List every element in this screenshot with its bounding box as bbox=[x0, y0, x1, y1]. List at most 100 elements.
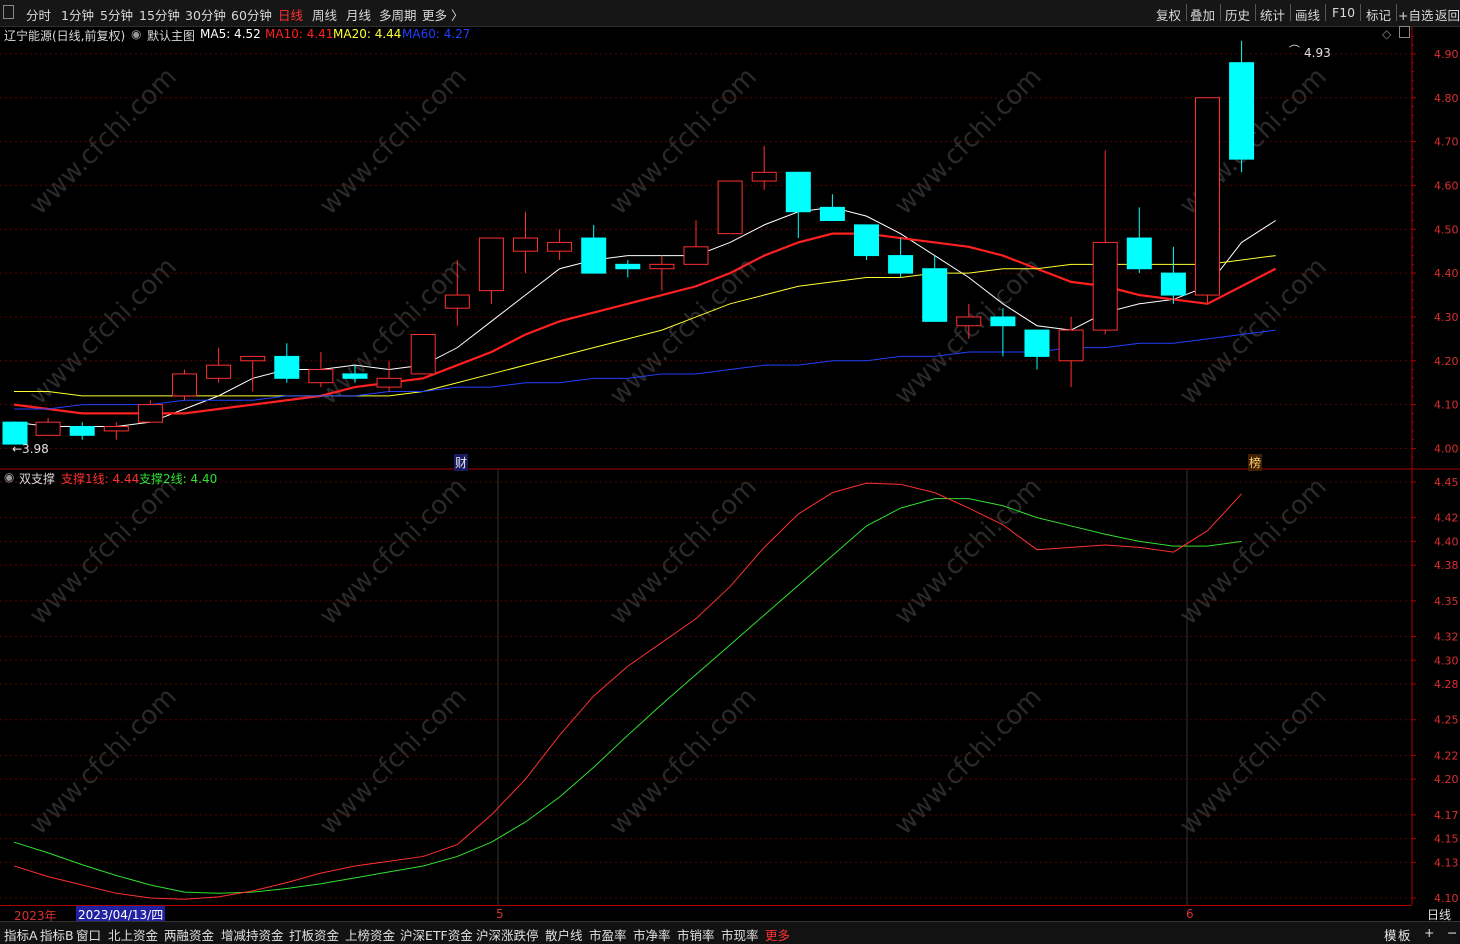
tf-weekly[interactable]: 周线 bbox=[312, 5, 337, 24]
candle-up bbox=[376, 377, 402, 388]
btn-history[interactable]: 历史 bbox=[1225, 5, 1250, 24]
tf-fenshi[interactable]: 分时 bbox=[26, 5, 51, 24]
top-toolbar: 分时 1分钟 5分钟 15分钟 30分钟 60分钟 日线 周线 月线 多周期 更… bbox=[0, 0, 1460, 27]
candle-up bbox=[103, 426, 129, 432]
watermark-text: www.cfchi.com bbox=[604, 472, 763, 631]
bottom-tab-bar: 指标A 指标B 窗口 北上资金 两融资金 增减持资金 打板资金 上榜资金 沪深E… bbox=[0, 921, 1460, 944]
y-tick-label: 4.28 bbox=[1434, 678, 1459, 691]
tab-indicator-b[interactable]: 指标B bbox=[40, 925, 74, 944]
watermark-text: www.cfchi.com bbox=[314, 62, 473, 221]
tf-30min[interactable]: 30分钟 bbox=[185, 5, 226, 24]
watermark-text: www.cfchi.com bbox=[314, 472, 473, 631]
btn-back[interactable]: 返回 bbox=[1435, 5, 1460, 24]
tab-margin[interactable]: 两融资金 bbox=[164, 925, 214, 944]
y-tick-label: 4.40 bbox=[1434, 535, 1459, 548]
high-arrow-icon: ⌒ bbox=[1289, 44, 1300, 57]
y-tick-label: 4.20 bbox=[1434, 773, 1459, 786]
zoom-in-button[interactable]: + bbox=[1424, 925, 1434, 940]
tab-top-list[interactable]: 上榜资金 bbox=[345, 925, 395, 944]
tab-indicator-a[interactable]: 指标A bbox=[4, 925, 38, 944]
candle-down bbox=[922, 268, 948, 322]
tf-60min[interactable]: 60分钟 bbox=[231, 5, 272, 24]
diamond-icon[interactable]: ◇ bbox=[1382, 27, 1391, 41]
candle-up bbox=[956, 316, 982, 327]
candle-up bbox=[513, 237, 538, 252]
tf-daily[interactable]: 日线 bbox=[278, 5, 303, 24]
y-tick-label: 4.22 bbox=[1434, 749, 1459, 762]
y-tick-label: 4.80 bbox=[1434, 92, 1459, 105]
candle-up bbox=[683, 246, 709, 265]
y-axis-ticks: 4.90 4.80 4.70 4.60 4.50 4.40 4.30 4.20 4.10 4.00… bbox=[1412, 35, 1459, 905]
candle-up bbox=[649, 263, 675, 270]
candle-down bbox=[785, 171, 811, 213]
zoom-out-button[interactable]: − bbox=[1447, 925, 1457, 940]
tab-more[interactable]: 更多 bbox=[765, 925, 790, 944]
indicator-name[interactable]: 双支撑 bbox=[19, 470, 55, 487]
y-tick-label: 4.20 bbox=[1434, 355, 1459, 368]
btn-f10[interactable]: F10 bbox=[1332, 5, 1355, 20]
y-tick-label: 4.13 bbox=[1434, 856, 1459, 869]
y-tick-label: 4.38 bbox=[1434, 559, 1459, 572]
y-tick-label: 4.25 bbox=[1434, 714, 1459, 727]
btn-overlay[interactable]: 叠加 bbox=[1190, 5, 1215, 24]
watermark-text: www.cfchi.com bbox=[889, 682, 1048, 841]
watermark-text: www.cfchi.com bbox=[604, 682, 763, 841]
btn-ban[interactable]: 板 bbox=[1398, 925, 1411, 944]
tf-1min[interactable]: 1分钟 bbox=[61, 5, 94, 24]
candle-down bbox=[69, 426, 95, 436]
candle-down bbox=[888, 255, 914, 274]
tab-window[interactable]: 窗口 bbox=[76, 925, 101, 944]
y-tick-label: 4.40 bbox=[1434, 267, 1459, 280]
high-price-label: 4.93 bbox=[1304, 46, 1331, 60]
btn-fuquan[interactable]: 复权 bbox=[1156, 5, 1181, 24]
separator bbox=[1255, 4, 1256, 21]
tab-etf[interactable]: 沪深ETF资金 bbox=[400, 925, 473, 944]
tf-multi[interactable]: 多周期 bbox=[379, 5, 417, 24]
watermark-text: www.cfchi.com bbox=[1174, 472, 1333, 631]
tf-monthly[interactable]: 月线 bbox=[346, 5, 371, 24]
tab-limit-board[interactable]: 打板资金 bbox=[289, 925, 339, 944]
theme-label[interactable]: 默认主图 bbox=[147, 27, 195, 44]
y-tick-label: 4.45 bbox=[1434, 476, 1459, 489]
tab-northbound[interactable]: 北上资金 bbox=[108, 925, 158, 944]
candle-up bbox=[172, 373, 197, 397]
tab-pcf[interactable]: 市现率 bbox=[721, 925, 759, 944]
chart-area[interactable]: www.cfchi.com www.cfchi.com www.cfchi.com w… bbox=[0, 26, 1460, 906]
collapse-icon[interactable]: ◉ bbox=[4, 470, 14, 484]
ma10-label: MA10: 4.41 bbox=[265, 27, 334, 41]
y-tick-label: 4.10 bbox=[1434, 892, 1459, 905]
candle-up bbox=[206, 364, 232, 379]
tab-holding-change[interactable]: 增减持资金 bbox=[221, 925, 284, 944]
tf-5min[interactable]: 5分钟 bbox=[100, 5, 133, 24]
tab-limit-up-down[interactable]: 沪深涨跌停 bbox=[476, 925, 539, 944]
separator bbox=[1396, 4, 1397, 21]
tf-15min[interactable]: 15分钟 bbox=[139, 5, 180, 24]
candle-up bbox=[478, 237, 504, 292]
ma60-label: MA60: 4.27 bbox=[402, 27, 471, 41]
candle-down bbox=[819, 206, 845, 222]
btn-mo[interactable]: 模 bbox=[1384, 925, 1397, 944]
tab-pb[interactable]: 市净率 bbox=[633, 925, 671, 944]
watermark-text: www.cfchi.com bbox=[24, 252, 183, 411]
watermark-layer: www.cfchi.com www.cfchi.com www.cfchi.com w… bbox=[24, 62, 1333, 841]
y-tick-label: 4.10 bbox=[1434, 399, 1459, 412]
theme-circle-icon[interactable]: ◉ bbox=[131, 27, 141, 41]
rank-event-marker[interactable]: 榜 bbox=[1248, 454, 1263, 471]
month-mark-june: 6 bbox=[1186, 907, 1194, 921]
candle-down bbox=[1024, 329, 1050, 357]
tab-pe[interactable]: 市盈率 bbox=[589, 925, 627, 944]
finance-event-marker[interactable]: 财 bbox=[454, 454, 469, 471]
candle-up bbox=[240, 355, 266, 362]
y-tick-label: 4.60 bbox=[1434, 179, 1459, 192]
tab-ps[interactable]: 市销率 bbox=[677, 925, 715, 944]
menu-icon[interactable] bbox=[3, 5, 14, 19]
ma20-label: MA20: 4.44 bbox=[333, 27, 402, 41]
btn-add-watchlist[interactable]: +自选 bbox=[1398, 5, 1433, 24]
window-toggle-icon[interactable] bbox=[1399, 26, 1410, 38]
tab-retail[interactable]: 散户线 bbox=[545, 925, 583, 944]
tf-more[interactable]: 更多 〉 bbox=[422, 5, 463, 24]
btn-stats[interactable]: 统计 bbox=[1260, 5, 1285, 24]
btn-mark[interactable]: 标记 bbox=[1366, 5, 1391, 24]
candle-down bbox=[342, 373, 368, 379]
btn-draw[interactable]: 画线 bbox=[1295, 5, 1320, 24]
